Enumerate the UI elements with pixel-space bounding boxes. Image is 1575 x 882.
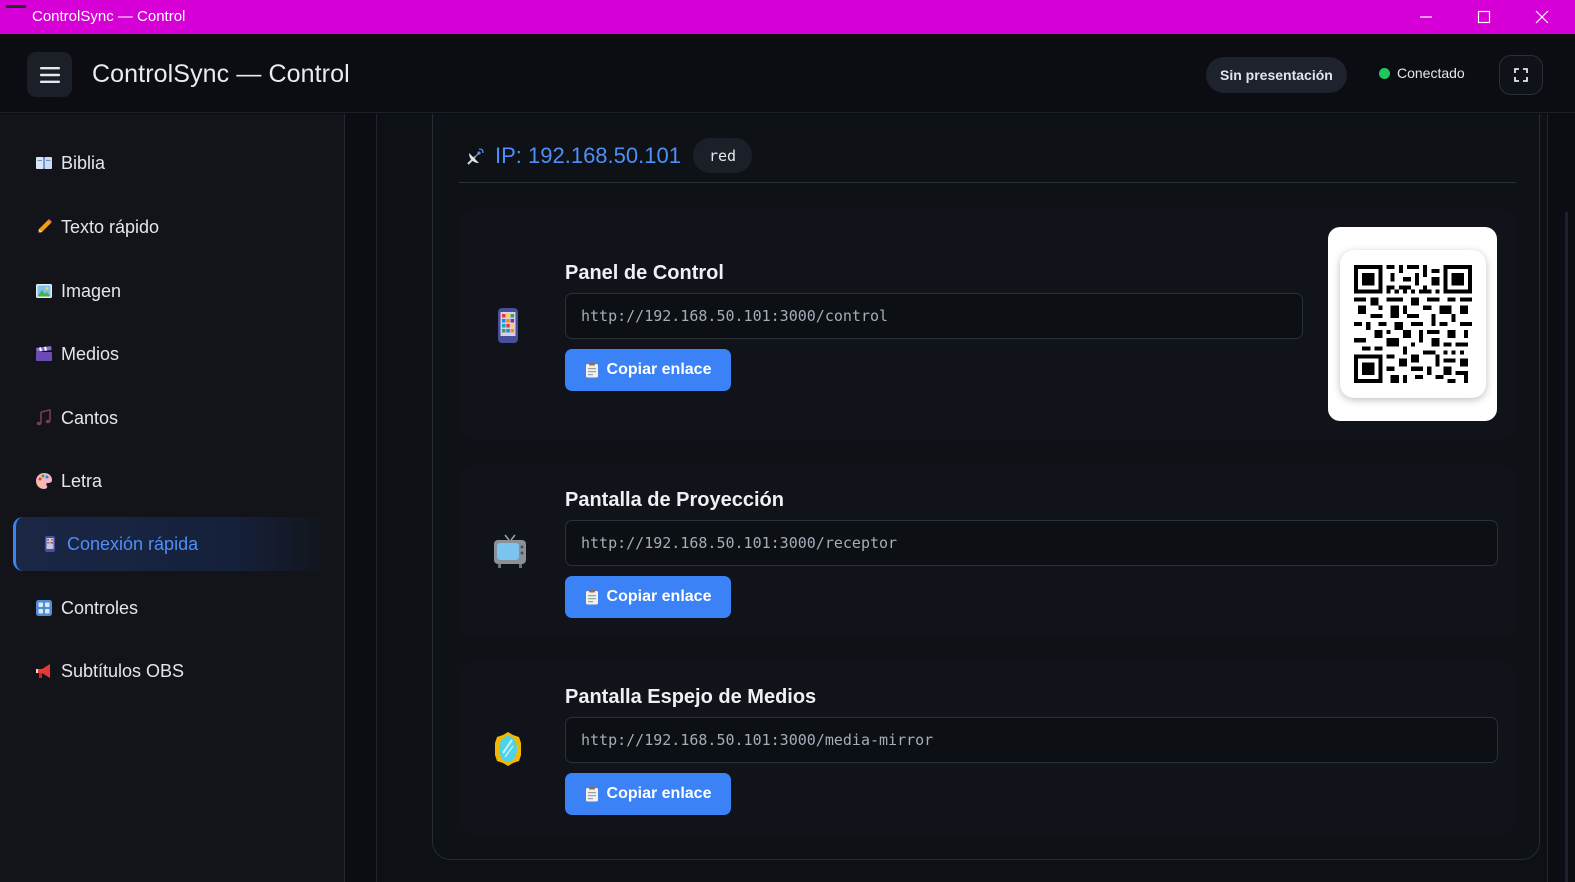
copy-link-label: Copiar enlace [606, 785, 712, 802]
satellite-icon [465, 145, 487, 167]
sidebar-item-label: Medios [61, 343, 120, 364]
palette-icon [35, 472, 53, 490]
network-badge: red [692, 138, 753, 173]
pencil-icon [35, 218, 53, 236]
menu-button[interactable] [27, 52, 72, 97]
close-icon [1535, 10, 1549, 24]
picture-icon [35, 282, 53, 300]
page-title: ControlSync — Control [92, 60, 350, 88]
phone-icon [41, 535, 59, 553]
phone-icon [493, 307, 523, 343]
maximize-button[interactable] [1455, 0, 1513, 34]
sidebar-item-cantos[interactable]: Cantos [13, 391, 331, 445]
qr-code-icon [1353, 265, 1472, 383]
hamburger-icon [39, 66, 60, 83]
connection-status: Conectado [1379, 65, 1465, 81]
sidebar-item-imagen[interactable]: Imagen [13, 264, 331, 318]
sidebar-item-biblia[interactable]: Biblia [13, 136, 331, 190]
url-field-receptor[interactable]: http://192.168.50.101:3000/receptor [565, 520, 1498, 566]
copy-link-label: Copiar enlace [606, 361, 712, 378]
sidebar-item-texto-rapido[interactable]: Texto rápido [13, 200, 331, 254]
window-titlebar: ControlSync — Control [0, 0, 1575, 34]
sidebar-item-label: Texto rápido [61, 216, 160, 237]
status-dot-icon [1379, 67, 1390, 79]
ip-address: IP: 192.168.50.101 [495, 142, 681, 168]
sidebar-item-label: Cantos [61, 407, 119, 428]
presentation-status-badge: Sin presentación [1206, 57, 1347, 93]
copy-link-button[interactable]: Copiar enlace [565, 576, 731, 618]
clipboard-icon [585, 786, 599, 802]
url-field-media-mirror[interactable]: http://192.168.50.101:3000/media-mirror [565, 717, 1498, 763]
fullscreen-button[interactable] [1499, 55, 1543, 95]
sidebar-item-label: Imagen [61, 280, 122, 301]
mirror-icon [493, 731, 523, 767]
ip-header: IP: 192.168.50.101 red [465, 138, 753, 173]
app-icon [6, 5, 26, 8]
link-card-media-mirror: Pantalla Espejo de Medios http://192.168… [459, 662, 1516, 834]
link-card-receptor: Pantalla de Proyección http://192.168.50… [459, 465, 1516, 637]
sidebar-item-controles[interactable]: Controles [13, 581, 331, 635]
copy-link-button[interactable]: Copiar enlace [565, 349, 731, 391]
link-label: Panel de Control [565, 262, 724, 284]
connection-status-label: Conectado [1397, 65, 1465, 81]
url-field-control[interactable]: http://192.168.50.101:3000/control [565, 293, 1303, 339]
link-label: Pantalla de Proyección [565, 489, 784, 511]
sidebar-item-medios[interactable]: Medios [13, 327, 331, 381]
divider [459, 182, 1516, 183]
keypad-icon [35, 599, 53, 617]
sidebar-item-label: Letra [61, 470, 103, 491]
sidebar-item-letra[interactable]: Letra [13, 454, 331, 508]
scrollbar[interactable] [1565, 212, 1568, 882]
megaphone-icon [35, 662, 53, 680]
sidebar-item-label: Controles [61, 597, 139, 618]
content-panel: IP: 192.168.50.101 red Panel de Control … [376, 114, 1548, 882]
minimize-button[interactable] [1397, 0, 1455, 34]
qr-code[interactable] [1328, 227, 1497, 421]
sidebar-item-label: Conexión rápida [67, 533, 199, 554]
quick-connect-card: IP: 192.168.50.101 red Panel de Control … [432, 114, 1540, 860]
copy-link-button[interactable]: Copiar enlace [565, 773, 731, 815]
link-card-control: Panel de Control http://192.168.50.101:3… [459, 208, 1516, 440]
clipboard-icon [585, 589, 599, 605]
window-title: ControlSync — Control [32, 8, 186, 25]
fullscreen-icon [1514, 68, 1528, 82]
sidebar-item-label: Biblia [61, 152, 106, 173]
sidebar-item-conexion-rapida[interactable]: Conexión rápida [13, 517, 331, 571]
minimize-icon [1420, 16, 1432, 18]
close-button[interactable] [1513, 0, 1571, 34]
qr-code-frame [1339, 250, 1486, 398]
book-icon [35, 154, 53, 172]
tv-icon [493, 534, 526, 570]
sidebar-item-label: Subtítulos OBS [61, 660, 185, 681]
clapper-icon [35, 345, 53, 363]
music-icon [35, 409, 53, 427]
sidebar-item-subtitulos-obs[interactable]: Subtítulos OBS [13, 644, 331, 698]
sidebar: Biblia Texto rápido Imagen Medios Cantos… [0, 114, 345, 882]
maximize-icon [1477, 10, 1491, 24]
clipboard-icon [585, 362, 599, 378]
copy-link-label: Copiar enlace [606, 588, 712, 605]
app-header: ControlSync — Control Sin presentación C… [0, 34, 1575, 113]
link-label: Pantalla Espejo de Medios [565, 686, 817, 708]
main-content: IP: 192.168.50.101 red Panel de Control … [346, 114, 1575, 882]
